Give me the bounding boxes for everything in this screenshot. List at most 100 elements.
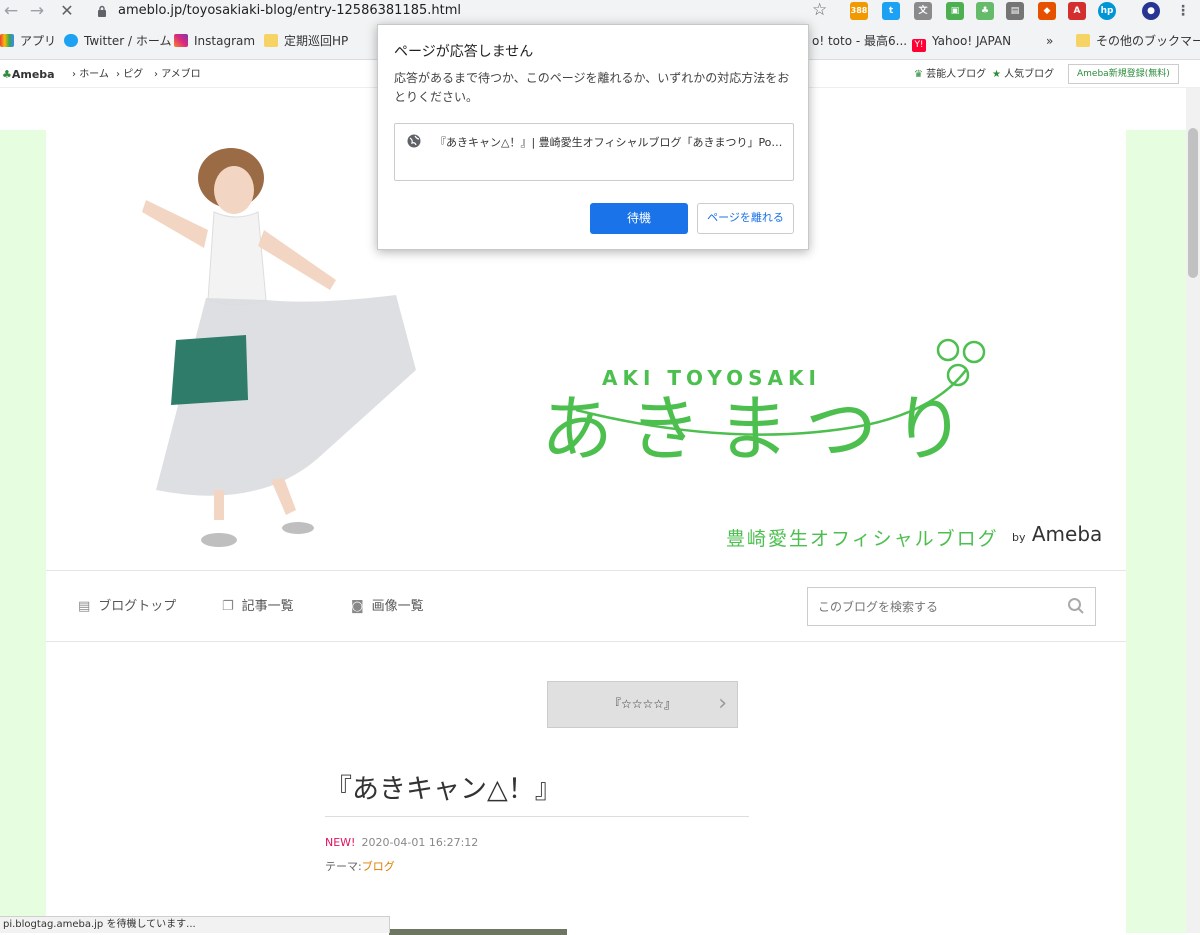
bookmark-twitter[interactable]: Twitter / ホーム [64,30,172,52]
pdf-extension-icon[interactable]: A [1068,2,1086,20]
search-icon[interactable] [1067,597,1085,615]
clover-extension-icon[interactable]: ♣ [976,2,994,20]
bookmark-instagram[interactable]: Instagram [174,30,255,52]
bookmark-label: Instagram [194,34,256,48]
toolbar-row: ← → ✕ ameblo.jp/toyosakiaki-blog/entry-1… [0,0,1200,24]
previous-entry-title: 『☆☆☆☆』 [608,697,677,711]
scrollbar-thumb[interactable] [1188,128,1198,278]
ameba-link-ameblo[interactable]: › アメブロ [154,61,201,88]
bookmark-label: Twitter / ホーム [84,34,172,48]
dialog-page-title: 『あきキャン△！』| 豊崎愛生オフィシャルブログ「あきまつり」Powered b… [435,136,787,149]
bookmark-label: Yahoo! JAPAN [932,34,1012,48]
bookmark-toto[interactable]: o! toto - 最高6... [812,30,907,52]
scrollbar[interactable] [1186,88,1200,933]
dialog-title: ページが応答しません [394,44,534,60]
entry-photo[interactable] [389,929,567,935]
extension-badge-count: 388 [850,6,868,15]
header-swash-decoration [575,338,986,436]
menu-icon[interactable]: ⋮ [1174,2,1192,20]
blog-nav: ▤ ブログトップ ❐ 記事一覧 ◙ 画像一覧 [46,570,1126,642]
fox-extension-icon[interactable]: ◆ [1038,2,1056,20]
folder-icon [264,34,278,47]
forward-button[interactable]: → [26,1,48,21]
blog-content: 『☆☆☆☆』 › 『あきキャン△！』 NEW! 2020-04-01 16:27:… [46,642,1126,935]
left-side-bg [0,130,46,933]
ameba-link-home[interactable]: › ホーム [72,61,109,88]
globe-icon [407,134,421,148]
stop-loading-button[interactable]: ✕ [56,1,78,21]
apps-grid-icon [0,34,14,47]
by-ameba-logo: by Ameba [1012,522,1102,546]
nav-label: ブログトップ [98,599,177,614]
ameba-link-label: アメブロ [161,69,201,80]
ameba-logo-icon: ♣ [2,68,12,81]
ameba-register-button[interactable]: Ameba新規登録(無料) [1068,64,1179,84]
ameba-logo[interactable]: ♣Ameba [2,61,55,88]
bookmark-label: 定期巡回HP [284,34,349,48]
blog-search-input[interactable] [808,588,1048,625]
entry-title[interactable]: 『あきキャン△！』 [325,767,562,806]
ameba-link-pigg[interactable]: › ピグ [116,61,143,88]
back-button[interactable]: ← [0,1,22,21]
by-label: by [1012,531,1026,544]
bookmark-other[interactable]: その他のブックマーク [1076,30,1200,52]
ameba-link-label: 人気ブログ [1004,69,1055,80]
leave-page-button[interactable]: ページを離れる [697,203,794,234]
translate-extension-icon[interactable]: 文 [914,2,932,20]
nav-label: 画像一覧 [371,599,424,614]
nav-article-list[interactable]: ❐ 記事一覧 [222,597,294,617]
bookmark-star-icon[interactable]: ☆ [812,0,827,20]
dialog-page-entry: 『あきキャン△！』| 豊崎愛生オフィシャルブログ「あきまつり」Powered b… [394,123,794,181]
ameba-link-celeb[interactable]: ♛ 芸能人ブログ [914,61,986,88]
url-text: ameblo.jp/toyosakiaki-blog/entry-1258638… [118,3,461,18]
nav-label: 記事一覧 [241,599,294,614]
wait-button[interactable]: 待機 [590,203,688,234]
yahoo-icon: Y! [912,39,926,52]
hp-extension-icon[interactable]: hp [1098,2,1116,20]
crown-icon: ♛ [914,69,923,80]
blog-search-box[interactable] [807,587,1096,626]
profile-avatar[interactable]: ● [1142,2,1160,20]
star-icon: ★ [992,69,1001,80]
calendar-extension-icon[interactable]: ▤ [1006,2,1024,20]
register-label: Ameba新規登録(無料) [1077,69,1170,79]
nav-blog-top[interactable]: ▤ ブログトップ [78,597,176,617]
bookmark-apps[interactable]: アプリ [0,30,56,52]
new-badge: NEW! [325,836,356,849]
extension-icon[interactable]: ▣ [946,2,964,20]
ameba-link-popular[interactable]: ★ 人気ブログ [992,61,1054,88]
blog-subtitle: 豊崎愛生オフィシャルブログ [726,528,999,550]
page-unresponsive-dialog: ページが応答しません 応答があるまで待つか、このページを離れるか、いずれかの対応… [377,24,809,250]
chevron-right-icon: › [718,691,727,716]
dialog-message: 応答があるまで待つか、このページを離れるか、いずれかの対応方法をおとりください。 [394,71,790,104]
lock-icon [94,1,110,21]
entry-meta: NEW! 2020-04-01 16:27:12 [325,836,478,849]
ameba-link-label: ホーム [79,69,109,80]
ameba-link-label: ピグ [123,69,144,80]
bookmark-label: アプリ [20,34,57,48]
title-divider [325,816,749,817]
twitter-extension-icon[interactable]: t [882,2,900,20]
nav-image-list[interactable]: ◙ 画像一覧 [351,597,424,617]
document-icon: ▤ [78,599,91,614]
theme-link[interactable]: ブログ [362,860,395,873]
bookmark-label: その他のブックマーク [1096,34,1200,48]
ameba-link-label: 芸能人ブログ [926,69,987,80]
instagram-icon [174,34,188,47]
entry-theme: テーマ:ブログ [325,858,395,874]
copy-icon: ❐ [222,599,234,614]
browser-status-bar: pi.blogtag.ameba.jp を待機しています... [0,916,390,933]
extension-badge[interactable]: 388 [850,2,868,20]
bookmark-overflow[interactable]: » [1046,30,1053,52]
bookmark-label: o! toto - 最高6... [812,34,908,48]
bookmark-folder-teiki[interactable]: 定期巡回HP [264,30,348,52]
ameba-logo-text: Ameba [11,68,55,81]
bookmark-yahoo[interactable]: Y! Yahoo! JAPAN [912,30,1011,52]
camera-icon: ◙ [351,599,364,614]
bookmark-label: » [1046,34,1054,48]
previous-entry-link[interactable]: 『☆☆☆☆』 › [547,681,738,728]
entry-datetime: 2020-04-01 16:27:12 [361,836,479,849]
address-bar[interactable]: ameblo.jp/toyosakiaki-blog/entry-1258638… [94,1,838,21]
folder-icon [1076,34,1090,47]
theme-label: テーマ: [325,860,362,873]
